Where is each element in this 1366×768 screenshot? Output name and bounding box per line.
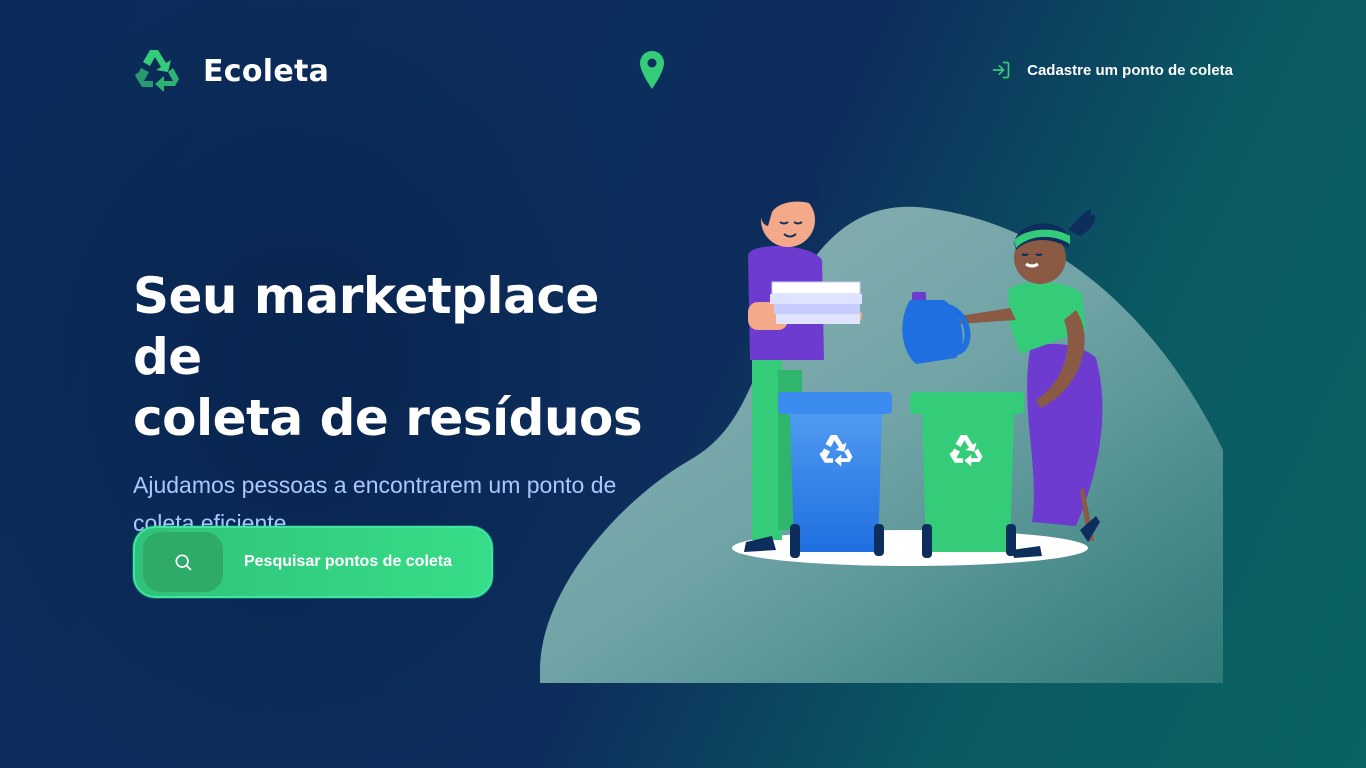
recycling-people-illustration xyxy=(540,174,1223,683)
logo-text: Ecoleta xyxy=(203,53,330,89)
recycle-icon xyxy=(135,50,179,92)
log-in-icon xyxy=(992,61,1010,79)
blue-recycling-bin xyxy=(778,392,892,558)
search-icon-box xyxy=(143,532,223,592)
green-recycling-bin xyxy=(910,392,1024,558)
search-icon xyxy=(175,554,192,571)
map-pin-icon xyxy=(640,51,664,89)
register-collection-point-link[interactable]: Cadastre um ponto de coleta xyxy=(991,60,1233,80)
hero-title-line-1: Seu marketplace de xyxy=(133,267,599,386)
logo[interactable]: Ecoleta xyxy=(133,46,329,96)
search-button-label: Pesquisar pontos de coleta xyxy=(243,553,453,570)
header: Ecoleta Cadastre um ponto de coleta xyxy=(133,44,1233,96)
search-collection-points-button[interactable]: Pesquisar pontos de coleta xyxy=(133,526,493,598)
register-link-label: Cadastre um ponto de coleta xyxy=(1027,61,1233,79)
